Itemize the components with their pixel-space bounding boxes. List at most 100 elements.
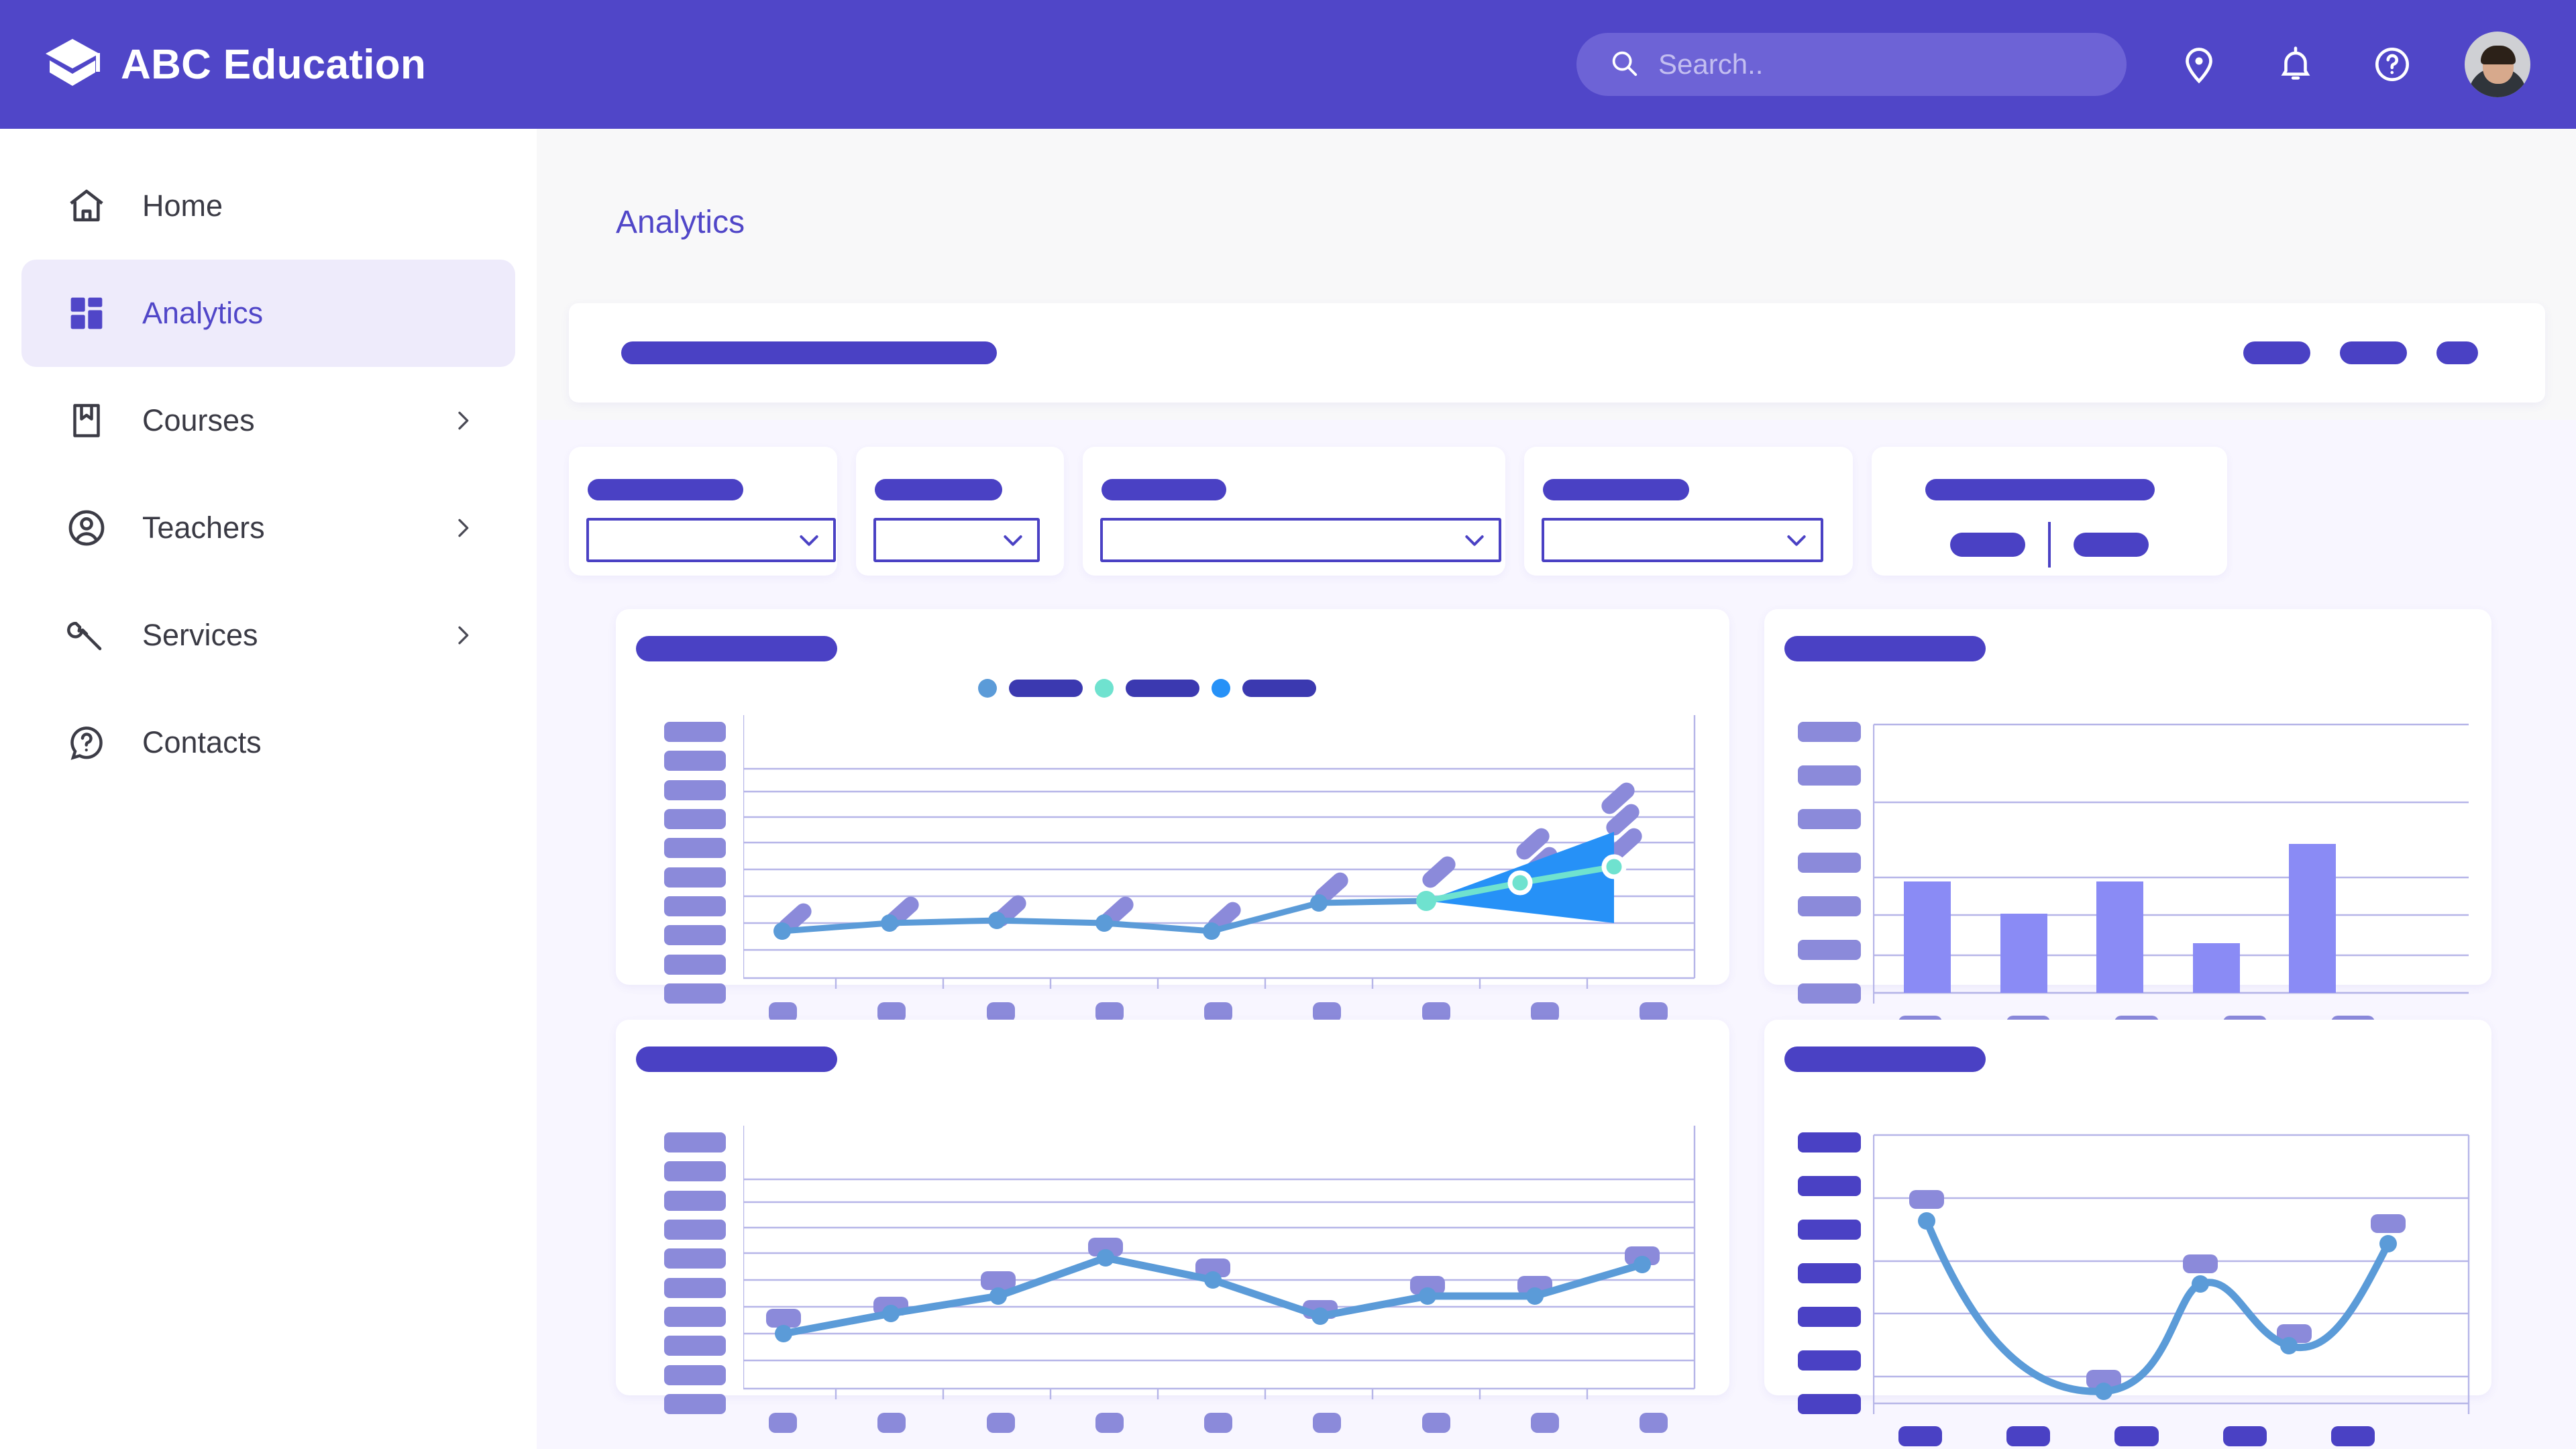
sidebar-nav: Home Analytics Courses Teachers Services… — [0, 129, 537, 1449]
x-axis-labels — [1898, 1426, 2375, 1446]
x-axis-label — [769, 1413, 797, 1433]
filter-card-2 — [856, 447, 1064, 576]
y-axis-label — [664, 925, 726, 946]
toolbar-title-placeholder — [621, 341, 997, 364]
sidebar-item-label: Services — [142, 618, 258, 652]
y-axis-label — [1798, 1220, 1861, 1240]
search-input[interactable]: Search.. — [1576, 33, 2127, 96]
filter-select-3[interactable] — [1100, 518, 1501, 562]
header-right-cluster: Search.. — [1576, 0, 2576, 129]
chart-plot-area — [1873, 722, 2470, 1017]
chart-plot-area — [743, 1120, 1696, 1415]
graduation-cap-icon — [42, 34, 103, 95]
chart-card-trend — [616, 1020, 1729, 1433]
y-axis-label — [664, 1393, 726, 1414]
y-axis-label — [664, 867, 726, 888]
y-axis-label — [1798, 983, 1861, 1004]
app-root: ABC Education Search.. Home Analytics Co… — [0, 0, 2576, 1449]
x-axis-label — [2114, 1426, 2159, 1446]
sidebar-item-label: Analytics — [142, 296, 264, 330]
content-toolbar — [569, 303, 2545, 402]
wrench-icon — [63, 615, 110, 655]
y-axis-label — [664, 808, 726, 829]
sidebar-item-courses[interactable]: Courses — [21, 367, 515, 474]
filter-toggle-left[interactable] — [1950, 533, 2025, 557]
filter-select-2[interactable] — [873, 518, 1040, 562]
x-axis-label — [2330, 1426, 2375, 1446]
y-axis-labels — [1798, 1132, 1861, 1414]
chevron-down-icon — [796, 527, 822, 553]
sidebar-item-analytics[interactable]: Analytics — [21, 260, 515, 367]
y-axis-label — [1798, 809, 1861, 829]
sidebar-item-label: Courses — [142, 403, 255, 437]
user-circle-icon — [63, 507, 110, 549]
legend-label-actual — [1009, 680, 1083, 697]
toolbar-actions — [2243, 341, 2478, 364]
x-axis-label — [1640, 1413, 1668, 1433]
y-axis-label — [664, 751, 726, 771]
sidebar-item-contacts[interactable]: Contacts — [21, 689, 515, 796]
legend-label-range — [1242, 680, 1316, 697]
y-axis-label — [1798, 1263, 1861, 1283]
legend-dot-forecast — [1095, 679, 1114, 698]
y-axis-label — [664, 896, 726, 916]
search-placeholder: Search.. — [1658, 48, 1764, 80]
y-axis-label — [1798, 722, 1861, 742]
filter-label-1 — [588, 479, 743, 500]
filter-toggle-right[interactable] — [2074, 533, 2149, 557]
y-axis-label — [1798, 853, 1861, 873]
y-axis-label — [664, 722, 726, 742]
chevron-right-icon — [449, 407, 476, 434]
sidebar-item-teachers[interactable]: Teachers — [21, 474, 515, 582]
toolbar-action-2[interactable] — [2340, 341, 2407, 364]
chart-card-forecast — [616, 609, 1729, 1022]
chart-plot-area — [1873, 1132, 2470, 1428]
chart-card-bars — [1764, 609, 2491, 1036]
y-axis-labels — [1798, 722, 1861, 1004]
page-title: Analytics — [616, 205, 745, 240]
y-axis-label — [664, 780, 726, 800]
chart-title-placeholder — [1784, 1046, 1986, 1072]
help-circle-icon[interactable] — [2368, 40, 2416, 89]
x-axis-label — [1204, 1413, 1232, 1433]
filter-select-4[interactable] — [1542, 518, 1823, 562]
y-axis-label — [664, 1248, 726, 1269]
user-avatar[interactable] — [2465, 32, 2530, 97]
x-axis-label — [986, 1413, 1015, 1433]
sidebar-item-home[interactable]: Home — [21, 152, 515, 260]
sidebar-item-services[interactable]: Services — [21, 582, 515, 689]
bar — [2289, 844, 2336, 993]
legend-dot-actual — [978, 679, 997, 698]
filter-label-3 — [1102, 479, 1226, 500]
x-axis-label — [1530, 1413, 1559, 1433]
chart-plot-area — [743, 710, 1696, 1005]
y-axis-label — [1798, 1176, 1861, 1196]
chevron-down-icon — [1000, 527, 1026, 553]
y-axis-label — [664, 983, 726, 1004]
y-axis-label — [1798, 1132, 1861, 1152]
search-icon — [1609, 48, 1640, 82]
legend-label-forecast — [1126, 680, 1199, 697]
x-axis-label — [1898, 1426, 1943, 1446]
book-icon — [63, 400, 110, 441]
chevron-down-icon — [1461, 527, 1488, 553]
bar — [2096, 881, 2143, 993]
sidebar-item-label: Contacts — [142, 725, 262, 759]
notification-bell-icon[interactable] — [2271, 40, 2320, 89]
y-axis-label — [664, 954, 726, 975]
y-axis-labels — [664, 1132, 726, 1414]
filter-card-4 — [1524, 447, 1853, 576]
y-axis-label — [1798, 940, 1861, 960]
filter-card-3 — [1083, 447, 1505, 576]
toolbar-action-1[interactable] — [2243, 341, 2310, 364]
filter-label-5 — [1925, 479, 2155, 500]
toolbar-action-3[interactable] — [2436, 341, 2478, 364]
filter-select-1[interactable] — [586, 518, 836, 562]
y-axis-label — [664, 1336, 726, 1356]
brand-title: ABC Education — [121, 41, 427, 88]
y-axis-label — [664, 1364, 726, 1385]
location-pin-icon[interactable] — [2175, 40, 2223, 89]
help-circle-icon — [63, 722, 110, 763]
filter-label-4 — [1543, 479, 1689, 500]
brand[interactable]: ABC Education — [42, 34, 426, 95]
